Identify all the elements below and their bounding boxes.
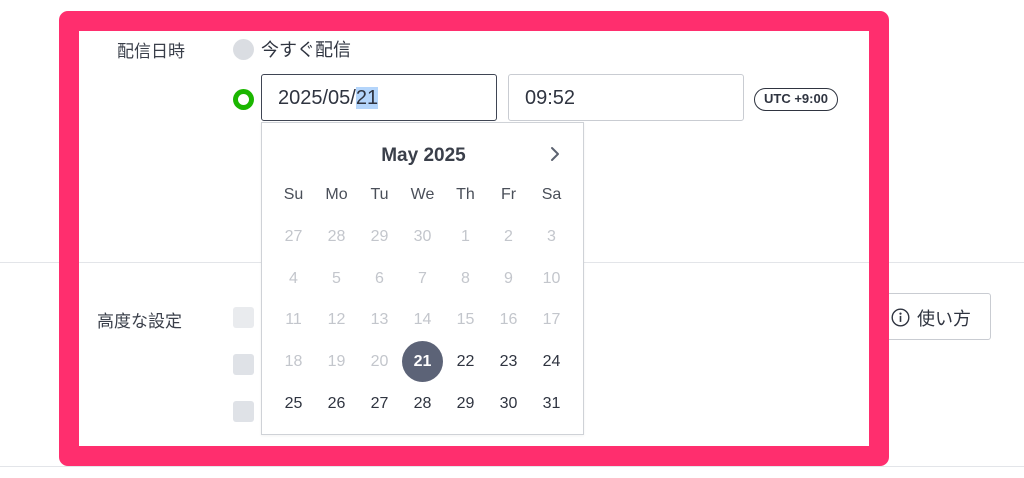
calendar-day-disabled[interactable]: 14 xyxy=(401,299,444,341)
calendar-day-disabled[interactable]: 15 xyxy=(444,299,487,341)
calendar-day-disabled[interactable]: 19 xyxy=(315,341,358,383)
calendar-day[interactable]: 27 xyxy=(358,383,401,425)
advanced-settings-label: 高度な設定 xyxy=(97,312,182,332)
calendar-day-disabled[interactable]: 17 xyxy=(530,299,573,341)
calendar-day[interactable]: 23 xyxy=(487,341,530,383)
calendar-day-disabled[interactable]: 27 xyxy=(272,216,315,258)
calendar-day[interactable]: 26 xyxy=(315,383,358,425)
calendar-day[interactable]: 25 xyxy=(272,383,315,425)
calendar-day-disabled[interactable]: 3 xyxy=(530,216,573,258)
selected-day-marker: 21 xyxy=(402,341,443,383)
weekday-header: Th xyxy=(456,186,475,203)
weekday-header: We xyxy=(410,186,435,203)
calendar-day[interactable]: 22 xyxy=(444,341,487,383)
calendar-day[interactable]: 29 xyxy=(444,383,487,425)
time-input[interactable]: 09:52 xyxy=(508,74,744,121)
timezone-badge: UTC +9:00 xyxy=(754,88,838,111)
weekday-header: Sa xyxy=(541,186,562,203)
calendar-day-disabled[interactable]: 18 xyxy=(272,341,315,383)
calendar-day-disabled[interactable]: 29 xyxy=(358,216,401,258)
radio-send-now[interactable] xyxy=(233,39,254,60)
calendar-day-disabled[interactable]: 30 xyxy=(401,216,444,258)
date-picker-popup: May 2025 Su Mo Tu We Th Fr Sa 27 28 29 30 1 2 3 4 5 6 7 8… xyxy=(261,122,584,435)
weekday-header: Tu xyxy=(370,186,389,203)
section-divider-bottom xyxy=(0,466,1024,467)
howto-button-label: 使い方 xyxy=(917,309,971,330)
chevron-right-icon[interactable] xyxy=(546,145,564,163)
calendar-day-disabled[interactable]: 16 xyxy=(487,299,530,341)
advanced-checkbox-2[interactable] xyxy=(233,354,254,375)
calendar-day-disabled[interactable]: 12 xyxy=(315,299,358,341)
calendar-week-row: 4 5 6 7 8 9 10 xyxy=(272,258,573,300)
weekday-header: Fr xyxy=(500,186,517,203)
date-input-prefix: 2025/05/ xyxy=(278,87,356,109)
calendar-day-disabled[interactable]: 8 xyxy=(444,258,487,300)
calendar-week-row: 11 12 13 14 15 16 17 xyxy=(272,299,573,341)
howto-button[interactable]: 使い方 xyxy=(880,293,991,340)
calendar-day-disabled[interactable]: 13 xyxy=(358,299,401,341)
calendar-day-disabled[interactable]: 2 xyxy=(487,216,530,258)
radio-send-now-label[interactable]: 今すぐ配信 xyxy=(261,36,351,62)
calendar-day-disabled[interactable]: 7 xyxy=(401,258,444,300)
calendar-day-disabled[interactable]: 4 xyxy=(272,258,315,300)
calendar-month-label: May 2025 xyxy=(381,145,466,166)
info-icon xyxy=(891,308,910,327)
date-input-selection: 21 xyxy=(355,87,379,109)
calendar-week-row: 25 26 27 28 29 30 31 xyxy=(272,383,573,425)
advanced-checkbox-1[interactable] xyxy=(233,307,254,328)
calendar-week-row: 27 28 29 30 1 2 3 xyxy=(272,216,573,258)
calendar-day[interactable]: 31 xyxy=(530,383,573,425)
calendar-day-disabled[interactable]: 20 xyxy=(358,341,401,383)
calendar-day-disabled[interactable]: 5 xyxy=(315,258,358,300)
weekday-header: Mo xyxy=(325,186,348,203)
calendar-day-disabled[interactable]: 1 xyxy=(444,216,487,258)
calendar-day-selected[interactable]: 21 xyxy=(401,341,444,383)
advanced-checkbox-3[interactable] xyxy=(233,401,254,422)
calendar-day[interactable]: 24 xyxy=(530,341,573,383)
calendar-day-disabled[interactable]: 11 xyxy=(272,299,315,341)
calendar-day[interactable]: 30 xyxy=(487,383,530,425)
radio-scheduled[interactable] xyxy=(233,89,254,110)
calendar-day-disabled[interactable]: 6 xyxy=(358,258,401,300)
weekday-header: Su xyxy=(283,186,304,203)
calendar-weekday-row: Su Mo Tu We Th Fr Sa xyxy=(272,174,573,216)
calendar-day-disabled[interactable]: 28 xyxy=(315,216,358,258)
date-input[interactable]: 2025/05/21 xyxy=(261,74,497,121)
calendar-day[interactable]: 28 xyxy=(401,383,444,425)
schedule-label: 配信日時 xyxy=(117,42,185,62)
calendar-days: 27 28 29 30 1 2 3 4 5 6 7 8 9 10 11 12 13 14 15 16 17 18 19 20 2… xyxy=(272,216,573,424)
calendar-week-row: 18 19 20 21 22 23 24 xyxy=(272,341,573,383)
calendar-day-disabled[interactable]: 9 xyxy=(487,258,530,300)
calendar-grid: Su Mo Tu We Th Fr Sa 27 28 29 30 1 2 3 4 5 6 7 8 9 10 11 12 13… xyxy=(272,174,573,424)
calendar-day-disabled[interactable]: 10 xyxy=(530,258,573,300)
